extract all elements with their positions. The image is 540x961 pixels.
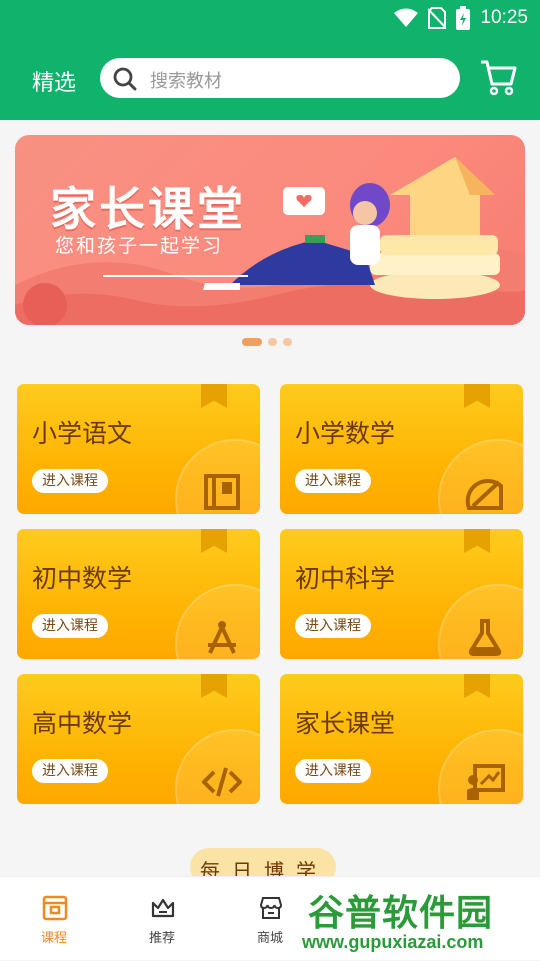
store-icon xyxy=(259,897,283,919)
bookmark-ribbon xyxy=(201,529,227,553)
pagination-dot[interactable] xyxy=(283,338,292,346)
code-icon xyxy=(202,767,242,797)
bookmark-ribbon xyxy=(201,674,227,698)
bookmark-ribbon xyxy=(464,384,490,408)
search-icon xyxy=(113,67,137,91)
course-icon xyxy=(42,895,68,921)
course-card[interactable]: 初中科学 进入课程 xyxy=(280,529,523,659)
bookmark-ribbon xyxy=(201,384,227,408)
flask-icon xyxy=(468,619,502,656)
enter-course-button[interactable]: 进入课程 xyxy=(32,614,108,638)
no-sim-icon xyxy=(428,7,447,29)
cart-icon[interactable] xyxy=(478,57,518,97)
classroom-icon xyxy=(467,764,505,800)
banner-title: 家长课堂 xyxy=(50,182,246,236)
course-card[interactable]: 小学数学 进入课程 xyxy=(280,384,523,514)
enter-course-button[interactable]: 进入课程 xyxy=(295,469,371,493)
site-watermark: 谷普软件园 www.gupuxiazai.com xyxy=(300,884,540,954)
enter-course-button[interactable]: 进入课程 xyxy=(295,759,371,783)
pagination-dot[interactable] xyxy=(268,338,277,346)
protractor-icon xyxy=(465,478,503,510)
course-title: 家长课堂 xyxy=(295,709,396,738)
banner-divider xyxy=(103,275,248,277)
promo-banner[interactable]: 家长课堂 您和孩子一起学习 xyxy=(15,135,525,325)
course-title: 小学语文 xyxy=(32,419,133,448)
nav-item-recommend[interactable]: 推荐 xyxy=(108,877,216,961)
book-icon xyxy=(204,474,240,510)
watermark-url: www.gupuxiazai.com xyxy=(302,932,484,952)
daily-learning-section: 每日博学 xyxy=(0,820,540,886)
course-title: 初中数学 xyxy=(32,564,133,593)
banner-pagination xyxy=(242,338,292,346)
top-header: 精选 搜索教材 xyxy=(0,38,540,120)
nav-label: 课程 xyxy=(40,931,67,946)
banner-subtitle: 您和孩子一起学习 xyxy=(55,235,224,257)
search-placeholder: 搜索教材 xyxy=(150,71,222,92)
status-bar: 10:25 xyxy=(0,0,540,38)
enter-course-button[interactable]: 进入课程 xyxy=(32,759,108,783)
bookmark-ribbon xyxy=(464,529,490,553)
status-time: 10:25 xyxy=(480,7,528,28)
nav-label: 推荐 xyxy=(148,931,175,946)
watermark-text: 谷普软件园 xyxy=(308,893,494,934)
pagination-dot-active[interactable] xyxy=(242,338,262,346)
battery-icon xyxy=(456,6,471,30)
page-title[interactable]: 精选 xyxy=(32,65,76,97)
course-card[interactable]: 家长课堂 进入课程 xyxy=(280,674,523,804)
nav-item-course[interactable]: 课程 xyxy=(0,877,108,961)
course-title: 高中数学 xyxy=(32,709,133,738)
course-card[interactable]: 初中数学 进入课程 xyxy=(17,529,260,659)
course-card[interactable]: 高中数学 进入课程 xyxy=(17,674,260,804)
course-title: 小学数学 xyxy=(295,419,396,448)
search-input[interactable]: 搜索教材 xyxy=(100,58,460,98)
wifi-icon xyxy=(394,8,419,27)
enter-course-button[interactable]: 进入课程 xyxy=(295,614,371,638)
bookmark-ribbon xyxy=(464,674,490,698)
course-card[interactable]: 小学语文 进入课程 xyxy=(17,384,260,514)
crown-icon xyxy=(151,898,175,918)
course-title: 初中科学 xyxy=(295,564,396,593)
enter-course-button[interactable]: 进入课程 xyxy=(32,469,108,493)
compass-icon xyxy=(208,621,236,654)
